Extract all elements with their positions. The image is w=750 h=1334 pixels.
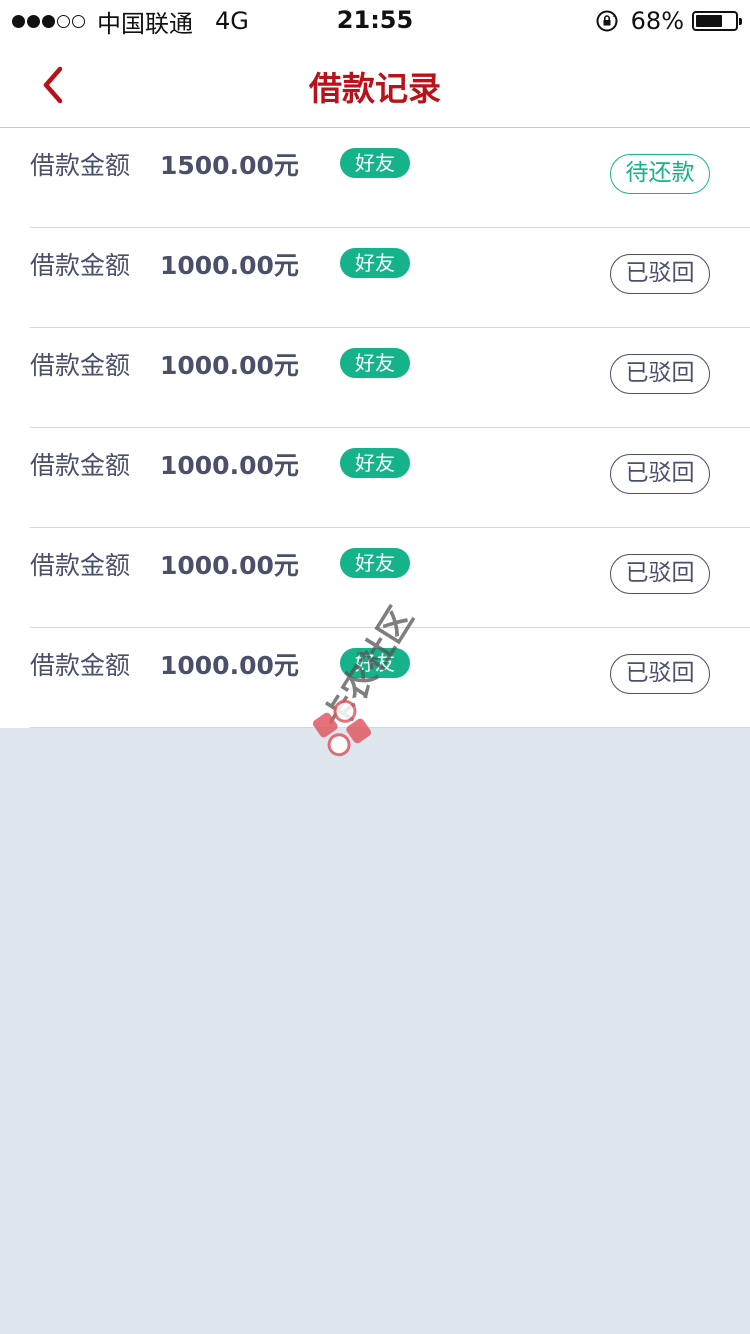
loan-status-badge: 已驳回 [610, 254, 710, 294]
navigation-bar: 借款记录 [0, 40, 750, 128]
loan-amount-label: 借款金额 [30, 451, 131, 480]
loan-amount-label: 借款金额 [30, 351, 131, 380]
loan-amount-value: 1500.00元 [160, 151, 299, 180]
loan-amount-label: 借款金额 [30, 251, 131, 280]
friend-tag: 好友 [340, 648, 410, 678]
loan-status-badge: 已驳回 [610, 454, 710, 494]
status-bar: 中国联通 4G 21:55 68% [0, 0, 750, 40]
friend-tag: 好友 [340, 348, 410, 378]
battery-tip [739, 18, 742, 25]
loan-amount-label: 借款金额 [30, 551, 131, 580]
loan-amount-value: 1000.00元 [160, 551, 299, 580]
rotation-lock-icon [596, 10, 618, 32]
friend-tag: 好友 [340, 248, 410, 278]
loan-status-badge: 待还款 [610, 154, 710, 194]
loan-amount-label: 借款金额 [30, 151, 131, 180]
battery-fill [696, 15, 722, 27]
loan-amount-label: 借款金额 [30, 651, 131, 680]
list-item[interactable]: 借款金额 1000.00元 好友 已驳回 [30, 228, 750, 328]
list-item[interactable]: 借款金额 1000.00元 好友 已驳回 [30, 528, 750, 628]
friend-tag: 好友 [340, 548, 410, 578]
friend-tag: 好友 [340, 148, 410, 178]
battery-icon [692, 11, 742, 31]
list-item[interactable]: 借款金额 1500.00元 好友 待还款 [30, 128, 750, 228]
list-item[interactable]: 借款金额 1000.00元 好友 已驳回 [30, 428, 750, 528]
loan-record-list: 借款金额 1500.00元 好友 待还款 借款金额 1000.00元 好友 已驳回 借款金额 10… [0, 128, 750, 728]
loan-status-badge: 已驳回 [610, 354, 710, 394]
loan-status-badge: 已驳回 [610, 554, 710, 594]
loan-amount-value: 1000.00元 [160, 251, 299, 280]
loan-amount-value: 1000.00元 [160, 351, 299, 380]
friend-tag: 好友 [340, 448, 410, 478]
loan-amount-value: 1000.00元 [160, 451, 299, 480]
list-item[interactable]: 借款金额 1000.00元 好友 已驳回 [30, 328, 750, 428]
battery-percent: 68% [630, 7, 684, 35]
loan-status-badge: 已驳回 [610, 654, 710, 694]
loan-amount-value: 1000.00元 [160, 651, 299, 680]
status-right: 68% [595, 6, 742, 36]
list-item[interactable]: 借款金额 1000.00元 好友 已驳回 [30, 628, 750, 728]
page-title: 借款记录 [309, 69, 441, 108]
phone-screen: 中国联通 4G 21:55 68% 借款记录 借款金额 1500.00元 好友 … [0, 0, 750, 1334]
